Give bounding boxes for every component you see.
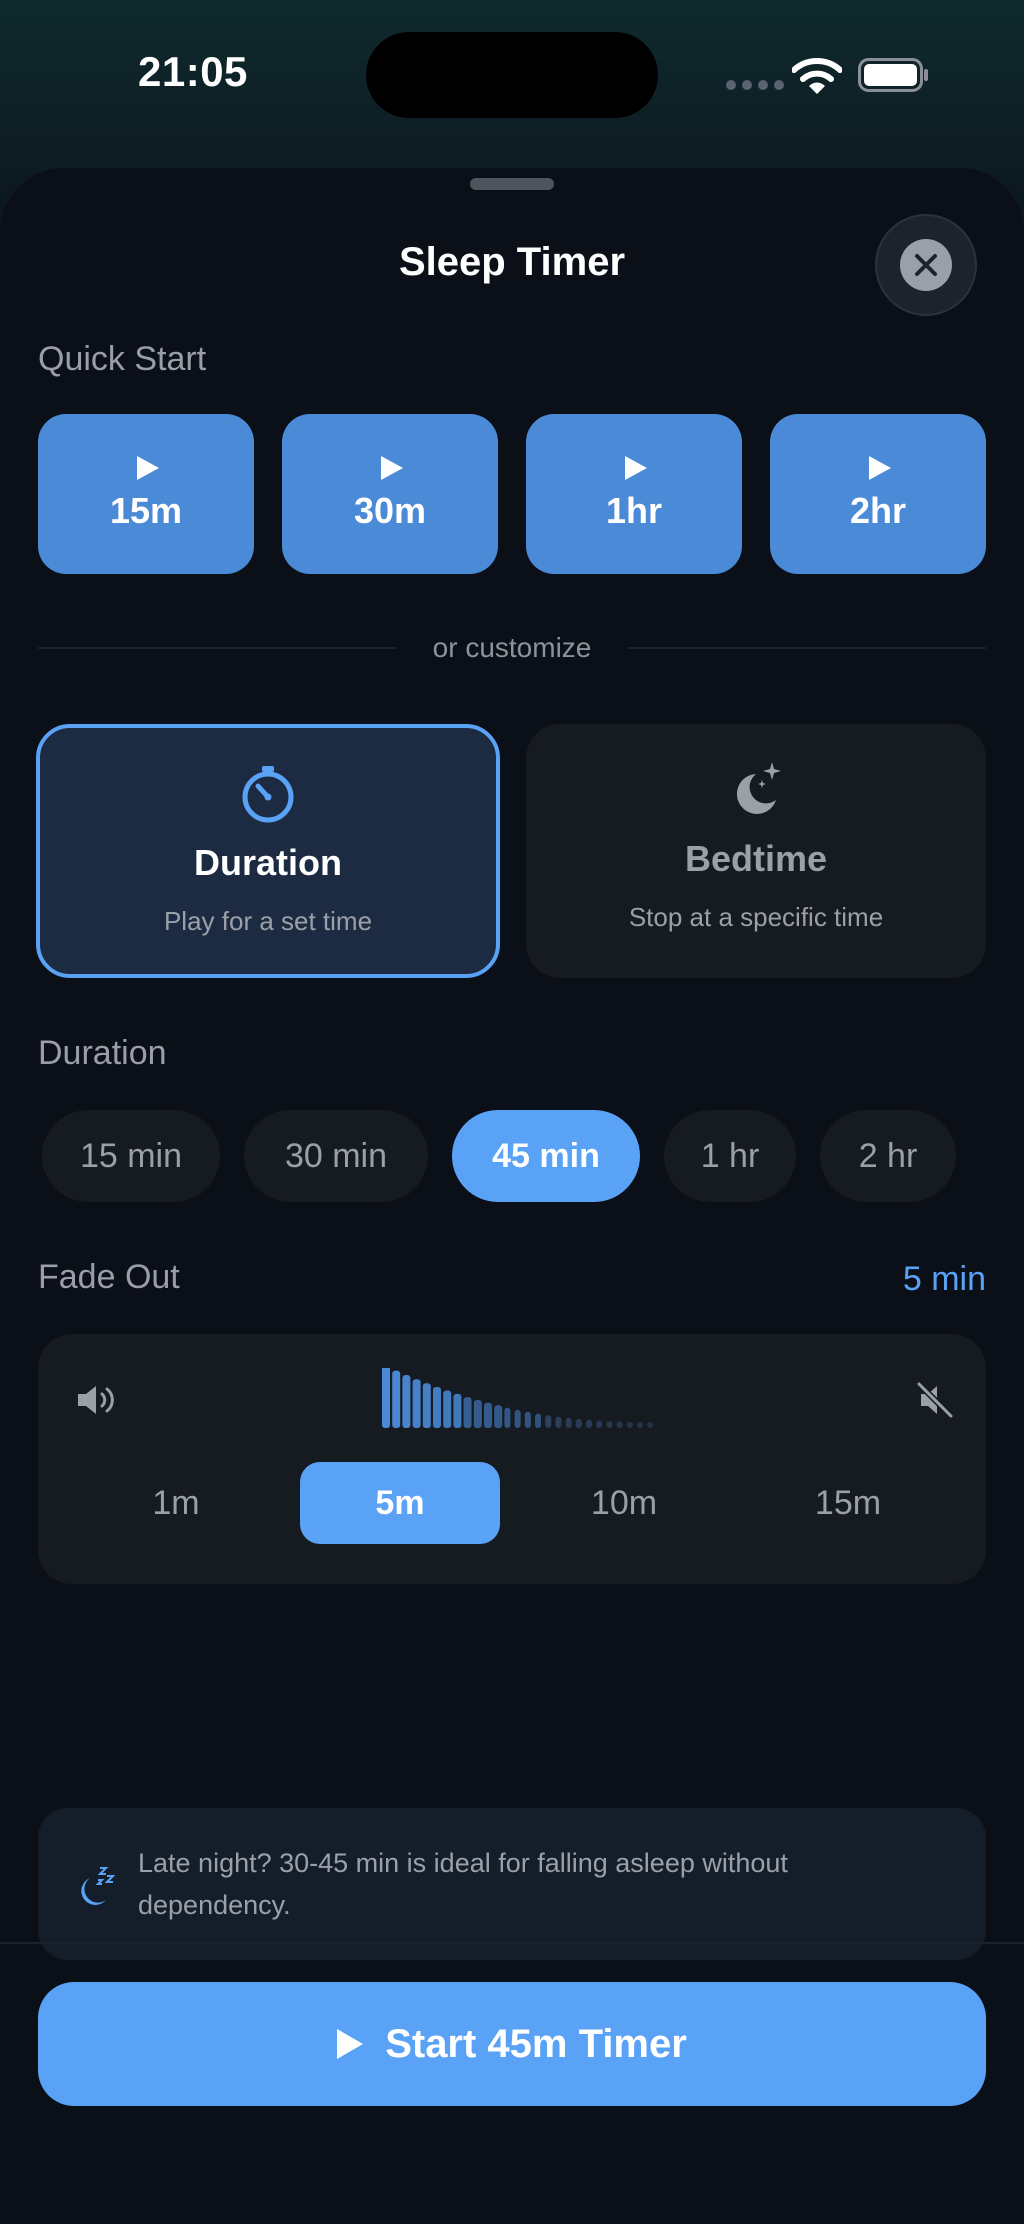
fade-bar: [453, 1393, 462, 1428]
sheet-grabber[interactable]: [470, 178, 554, 190]
duration-chip-45-min[interactable]: 45 min: [452, 1110, 640, 1202]
battery-icon: [858, 58, 928, 92]
moon-stars-icon: [736, 762, 781, 814]
fade-bar: [473, 1400, 482, 1428]
close-button[interactable]: [875, 214, 977, 316]
quick-start-2hr-button[interactable]: 2hr: [770, 414, 986, 574]
fade-bar: [463, 1397, 472, 1428]
tip-card: Late night? 30-45 min is ideal for falli…: [38, 1808, 986, 1960]
play-icon: [625, 456, 647, 480]
quick-start-30m-button[interactable]: 30m: [282, 414, 498, 574]
duration-chips: 15 min 30 min 45 min 1 hr 2 hr: [0, 1110, 1024, 1202]
mode-subtitle: Stop at a specific time: [628, 902, 884, 932]
status-time: 21:05: [138, 48, 248, 95]
fade-bar: [484, 1402, 492, 1428]
fade-out-value: 5 min: [902, 1260, 986, 1298]
play-icon: [869, 456, 891, 480]
fade-bar: [637, 1421, 643, 1428]
sheet-title: Sleep Timer: [398, 240, 626, 284]
fade-bar: [586, 1419, 592, 1428]
fade-bar: [433, 1386, 441, 1428]
mode-title: Bedtime: [684, 838, 828, 879]
mode-card-bedtime[interactable]: Bedtime Stop at a specific time: [526, 724, 986, 978]
close-icon: [915, 254, 937, 276]
sleep-timer-sheet: Sleep Timer Quick Start 15m 30m 1hr 2hr …: [0, 168, 1024, 2224]
fade-bar: [565, 1417, 572, 1428]
duration-chip-1-hr[interactable]: 1 hr: [664, 1110, 796, 1202]
quick-start-1hr-button[interactable]: 1hr: [526, 414, 742, 574]
quick-start-row: 15m 30m 1hr 2hr: [38, 414, 986, 574]
fade-bar: [504, 1407, 511, 1428]
fade-option-15m[interactable]: 15m: [748, 1462, 948, 1544]
fade-bar: [555, 1416, 562, 1428]
speaker-volume-icon: [78, 1386, 114, 1414]
tip-text: Late night? 30-45 min is ideal for falli…: [138, 1848, 788, 1920]
fade-bar: [596, 1420, 603, 1428]
fade-bar: [494, 1405, 503, 1428]
cellular-signal-icon: [726, 80, 784, 90]
fade-bar: [382, 1368, 390, 1428]
duration-chip-15-min[interactable]: 15 min: [42, 1110, 220, 1202]
duration-chip-30-min[interactable]: 30 min: [244, 1110, 428, 1202]
speaker-mute-icon: [917, 1381, 953, 1419]
divider-text: or customize: [432, 632, 592, 663]
mode-subtitle: Play for a set time: [163, 906, 373, 936]
fade-out-card: 1m 5m 10m 15m: [38, 1334, 986, 1584]
fade-bar: [422, 1383, 431, 1428]
quick-start-15m-button[interactable]: 15m: [38, 414, 254, 574]
fade-bar: [392, 1370, 401, 1428]
wifi-icon: [792, 58, 842, 94]
fade-bar: [606, 1421, 613, 1428]
status-bar: 21:05: [0, 0, 1024, 150]
duration-chip-2-hr[interactable]: 2 hr: [820, 1110, 956, 1202]
fade-bar: [626, 1421, 633, 1428]
play-icon: [137, 456, 159, 480]
footer-divider: [0, 1942, 1024, 1944]
fade-option-1m[interactable]: 1m: [76, 1462, 276, 1544]
fade-volume-curve: [382, 1368, 654, 1428]
fade-bar: [575, 1418, 582, 1428]
start-timer-button[interactable]: Start 45m Timer: [38, 1982, 986, 2106]
fade-bar: [412, 1379, 421, 1428]
fade-out-label: Fade Out: [38, 1258, 180, 1296]
fade-bar: [402, 1375, 411, 1428]
fade-bar: [443, 1390, 452, 1428]
fade-bar: [524, 1411, 531, 1428]
moon-zzz-icon: [81, 1867, 116, 1905]
quick-start-label: Quick Start: [38, 340, 207, 378]
fade-bar: [535, 1413, 541, 1428]
dynamic-island: [366, 32, 658, 118]
fade-bar: [545, 1415, 552, 1428]
play-icon: [337, 2029, 364, 2059]
fade-option-5m[interactable]: 5m: [300, 1462, 500, 1544]
fade-bar: [647, 1422, 654, 1428]
stopwatch-icon: [242, 766, 294, 823]
mode-title: Duration: [194, 842, 342, 883]
play-icon: [381, 456, 403, 480]
fade-bar: [616, 1421, 623, 1428]
mode-card-duration[interactable]: Duration Play for a set time: [36, 724, 500, 978]
fade-option-10m[interactable]: 10m: [524, 1462, 724, 1544]
customize-divider: or customize: [38, 628, 986, 668]
fade-out-options: 1m 5m 10m 15m: [76, 1462, 948, 1544]
duration-label: Duration: [38, 1034, 167, 1072]
fade-bar: [514, 1409, 521, 1428]
